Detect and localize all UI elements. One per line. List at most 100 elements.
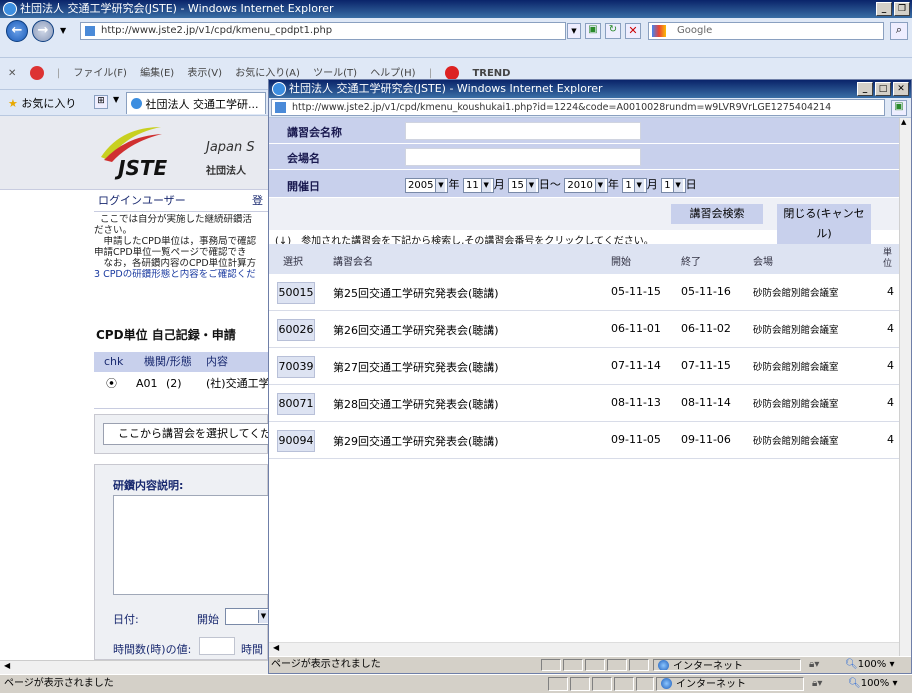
hours-input[interactable]: [199, 637, 235, 655]
address-dropdown-icon[interactable]: ▼: [567, 23, 581, 39]
venue-row: 会場名: [269, 144, 899, 170]
course-end: 05-11-16: [681, 285, 731, 298]
chevron-down-icon: ▼: [480, 178, 491, 192]
popup-status-text: ページが表示されました: [271, 659, 381, 670]
end-day-select[interactable]: 1 ▼: [661, 177, 686, 193]
popup-zone: インターネット: [653, 659, 801, 671]
course-row: 90094 第29回交通工学研究発表会(聴講) 09-11-05 09-11-06 砂防…: [269, 422, 899, 459]
intro-line: 申請CPD単位一覧ページで確認でき: [94, 247, 247, 258]
star-icon: ★: [8, 97, 18, 110]
intro-link[interactable]: 3 CPDの研鑽形態と内容をご確認くだ: [94, 269, 268, 280]
select-course-button[interactable]: ここから講習会を選択してくだ: [103, 423, 273, 445]
start-day-select[interactable]: 15 ▼: [508, 177, 539, 193]
col-chk: chk: [104, 355, 124, 368]
tab-grid-icon[interactable]: ⊞: [94, 95, 108, 109]
start-select[interactable]: ▼: [225, 608, 269, 625]
intro-line: ここでは自分が実施した継続研鑽活: [100, 214, 253, 225]
course-units: 4: [887, 285, 894, 298]
popup-close-button[interactable]: ✕: [893, 82, 909, 96]
main-address-field[interactable]: http://www.jste2.jp/v1/cpd/kmenu_cpdpt1.…: [80, 22, 566, 40]
browser-tab[interactable]: 社団法人 交通工学研...: [126, 92, 266, 114]
back-icon[interactable]: ←: [6, 20, 28, 42]
address-toolbar: ← → ▼ http://www.jste2.jp/v1/cpd/kmenu_c…: [0, 18, 912, 58]
col-select: 選択: [283, 257, 303, 268]
popup-address-field[interactable]: http://www.jste2.jp/v1/cpd/kmenu_koushuk…: [271, 99, 885, 116]
search-course-button[interactable]: 講習会検索: [671, 204, 763, 224]
trend-button[interactable]: TREND: [445, 66, 510, 80]
search-input[interactable]: Google: [648, 22, 884, 40]
favorites-button[interactable]: ★ お気に入り: [8, 95, 76, 111]
course-code-button[interactable]: 90094: [277, 430, 315, 452]
course-venue: 砂防会館別館会議室: [753, 399, 839, 410]
search-icon[interactable]: ⌕: [890, 22, 908, 40]
course-code-button[interactable]: 50015: [277, 282, 315, 304]
course-name-row: 講習会名称: [269, 118, 899, 144]
course-code-button[interactable]: 70039: [277, 356, 315, 378]
col-content: 内容: [206, 355, 228, 368]
desc-textarea[interactable]: [113, 495, 273, 595]
popup-window: 社団法人 交通工学研究会(JSTE) - Windows Internet Ex…: [268, 79, 912, 674]
menu-tools[interactable]: ツール(T): [313, 68, 357, 79]
stop-icon[interactable]: ✕: [625, 23, 641, 39]
course-end: 06-11-02: [681, 322, 731, 335]
venue-input[interactable]: [405, 148, 641, 166]
intro-line: ださい。: [94, 225, 133, 236]
select-area: ここから講習会を選択してくだ: [94, 414, 273, 454]
compat-icon[interactable]: ▣: [585, 23, 601, 39]
popup-zoom[interactable]: 🔍︎100% ▾: [845, 657, 895, 673]
maximize-button[interactable]: ❐: [894, 2, 910, 16]
popup-page-icon: [275, 102, 286, 113]
scroll-left-icon[interactable]: ◀: [273, 643, 279, 652]
zoom-icon: 🔍︎: [848, 678, 861, 689]
close-tab-icon[interactable]: ✕: [8, 68, 16, 79]
course-name-input[interactable]: [405, 122, 641, 140]
refresh-icon[interactable]: ↻: [605, 23, 621, 39]
popup-compat-icon[interactable]: ▣: [891, 100, 907, 116]
start-month-select[interactable]: 11 ▼: [462, 177, 494, 193]
menu-help[interactable]: ヘルプ(H): [370, 68, 415, 79]
course-code-button[interactable]: 80071: [277, 393, 315, 415]
popup-vscrollbar[interactable]: ▲: [899, 118, 911, 656]
course-name: 第28回交通工学研究発表会(聴講): [333, 398, 499, 411]
minimize-button[interactable]: _: [876, 2, 892, 16]
course-units: 4: [887, 322, 894, 335]
scroll-left-icon[interactable]: ◀: [4, 661, 10, 670]
popup-maximize-button[interactable]: □: [875, 82, 891, 96]
popup-hscrollbar[interactable]: ◀: [269, 642, 899, 656]
cpd-row: ⦿ A01 (2) (社)交通工学: [94, 372, 268, 396]
main-status-bar: ページが表示されました インターネット 🔒︎▾ 🔍︎100% ▾: [0, 674, 912, 693]
menu-favorites[interactable]: お気に入り(A): [235, 68, 300, 79]
course-venue: 砂防会館別館会議室: [753, 436, 839, 447]
main-hscrollbar[interactable]: ◀: [0, 660, 268, 674]
translate-icon[interactable]: [29, 66, 44, 80]
main-zoom[interactable]: 🔍︎100% ▾: [848, 675, 898, 693]
course-code-button[interactable]: 60026: [277, 319, 315, 341]
forward-icon[interactable]: →: [32, 20, 54, 42]
course-venue: 砂防会館別館会議室: [753, 362, 839, 373]
end-year-select[interactable]: 2010 ▼: [564, 177, 608, 193]
menu-edit[interactable]: 編集(E): [140, 68, 174, 79]
col-course-name: 講習会名: [333, 257, 373, 268]
protected-mode-icon[interactable]: 🔒︎▾: [812, 675, 822, 693]
chevron-down-icon: ▼: [525, 178, 536, 192]
menu-file[interactable]: ファイル(F): [73, 68, 127, 79]
start-year-select[interactable]: 2005 ▼: [405, 177, 449, 193]
course-venue: 砂防会館別館会議室: [753, 325, 839, 336]
end-month-select[interactable]: 1 ▼: [622, 177, 647, 193]
main-zone: インターネット: [656, 677, 804, 691]
course-end: 08-11-14: [681, 396, 731, 409]
popup-minimize-button[interactable]: _: [857, 82, 873, 96]
tab-list-icon[interactable]: ▼: [113, 95, 119, 104]
login-label: ログインユーザー: [98, 194, 186, 207]
main-page-content: JSTE Japan S 社団法人 ログインユーザー 登 ここでは自分が実施した…: [0, 116, 273, 660]
scroll-up-icon[interactable]: ▲: [901, 118, 906, 126]
main-title-bar: 社団法人 交通工学研究会(JSTE) - Windows Internet Ex…: [0, 0, 912, 18]
row-radio[interactable]: ⦿: [106, 372, 117, 396]
popup-title-bar: 社団法人 交通工学研究会(JSTE) - Windows Internet Ex…: [269, 80, 911, 98]
org-name-ja: 社団法人: [206, 166, 246, 177]
course-table-header: 選択 講習会名 開始 終了 会場 単位: [269, 244, 899, 274]
history-dropdown-icon[interactable]: ▼: [60, 26, 66, 35]
menu-view[interactable]: 表示(V): [187, 68, 222, 79]
cpd-table-header: chk 機関/形態 内容: [94, 352, 268, 372]
popup-protected-mode-icon[interactable]: 🔒︎▾: [809, 657, 819, 673]
